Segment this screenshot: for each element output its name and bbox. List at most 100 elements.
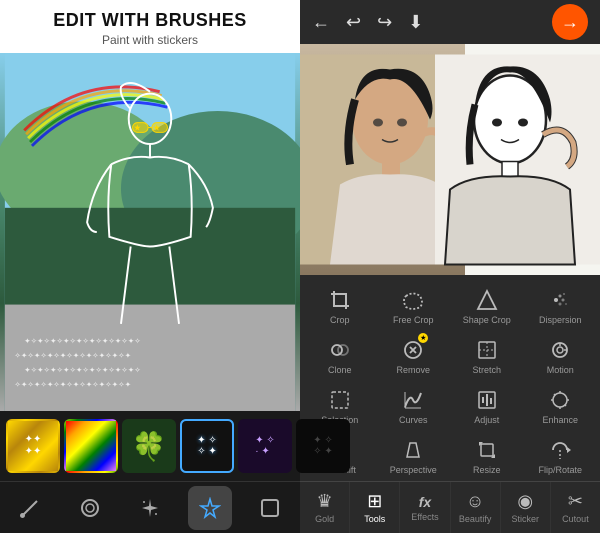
tool-clone[interactable]: Clone [304, 331, 376, 379]
left-panel: EDIT WITH BRUSHES Paint with stickers ✦✧… [0, 0, 300, 533]
tool-motion[interactable]: Motion [525, 331, 597, 379]
redo-button[interactable]: ↪ [377, 12, 392, 33]
motion-label: Motion [547, 365, 574, 375]
tool-enhance[interactable]: Enhance [525, 381, 597, 429]
left-image-area: ✦✧✦✧✦✧✦✧✦✧✦✧✦✧✦✧✦✧ ✧✦✧✦✧✦✧✦✧✦✧✦✧✦✧✦✧✦ ✦✧… [0, 53, 300, 411]
sticker-brush-tool[interactable] [188, 486, 232, 530]
tool-adjust[interactable]: Adjust [451, 381, 523, 429]
tools-label: Tools [364, 514, 385, 524]
sticker-icon: ◉ [517, 491, 533, 512]
effects-label: Effects [411, 512, 438, 522]
clear-tool[interactable] [248, 486, 292, 530]
sticker-brush-icon [199, 497, 221, 519]
svg-text:★: ★ [134, 122, 142, 132]
sticker-rainbow[interactable] [64, 419, 118, 473]
bottom-effects[interactable]: fx Effects [400, 482, 450, 533]
tool-flip-rotate[interactable]: Flip/Rotate [525, 431, 597, 479]
bottom-beautify[interactable]: ☺ Beautify [451, 482, 501, 533]
clear-icon [259, 497, 281, 519]
crop-icon [329, 287, 351, 313]
perspective-label: Perspective [390, 465, 437, 475]
remove-icon: ★ [402, 337, 424, 363]
enhance-icon [549, 387, 571, 413]
bottom-tools[interactable]: ⊞ Tools [350, 482, 400, 533]
dispersion-label: Dispersion [539, 315, 582, 325]
free-crop-icon [402, 287, 424, 313]
bottom-cutout[interactable]: ✂ Cutout [551, 482, 600, 533]
tool-stretch[interactable]: Stretch [451, 331, 523, 379]
right-photo-area [300, 44, 600, 275]
main-title: EDIT WITH BRUSHES [16, 10, 284, 31]
selection-icon [329, 387, 351, 413]
beautify-label: Beautify [459, 514, 492, 524]
shape-crop-label: Shape Crop [463, 315, 511, 325]
svg-text:✧✦✧✦✧✦✧✦✧✦✧✦✧✦✧✦✧✦: ✧✦✧✦✧✦✧✦✧✦✧✦✧✦✧✦✧✦ [15, 380, 132, 389]
gold-icon: ♛ [317, 491, 333, 512]
tool-resize[interactable]: Resize [451, 431, 523, 479]
back-button[interactable]: ← [312, 12, 330, 33]
person-sketch [435, 44, 600, 275]
free-crop-label: Free Crop [393, 315, 434, 325]
flip-rotate-label: Flip/Rotate [538, 465, 582, 475]
bottom-sticker[interactable]: ◉ Sticker [501, 482, 551, 533]
sticker-gold[interactable]: ✦✦✦✦ [6, 419, 60, 473]
stretch-icon [476, 337, 498, 363]
sticker-row: ✦✦✦✦ 🍀 ✦ ✧✧ ✦ ✦ ✧· ✦ ✦ ✧✧ ✦ [0, 411, 300, 481]
download-button[interactable]: ⬇ [408, 12, 423, 33]
stretch-label: Stretch [472, 365, 501, 375]
remove-badge: ★ [418, 333, 428, 343]
person-sketch-svg [435, 44, 600, 275]
svg-text:✧✦✧✦✧✦✧✦✧✦✧✦✧✦✧✦✧✦: ✧✦✧✦✧✦✧✦✧✦✧✦✧✦✧✦✧✦ [15, 351, 132, 360]
tool-shape-crop[interactable]: Shape Crop [451, 281, 523, 329]
flip-rotate-icon [549, 437, 571, 463]
bottom-gold[interactable]: ♛ Gold [300, 482, 350, 533]
bottom-brush-tools [0, 481, 300, 533]
perspective-icon [402, 437, 424, 463]
tool-free-crop[interactable]: Free Crop [378, 281, 450, 329]
main-subtitle: Paint with stickers [16, 33, 284, 47]
sticker-stars[interactable]: ✦ ✧✧ ✦ [180, 419, 234, 473]
tool-remove[interactable]: ★ Remove [378, 331, 450, 379]
adjust-label: Adjust [474, 415, 499, 425]
svg-text:★: ★ [153, 122, 161, 132]
clone-icon [329, 337, 351, 363]
eraser-icon [79, 497, 101, 519]
topbar-left-icons: ← ↩ ↪ ⬇ [312, 12, 423, 33]
cutout-icon: ✂ [568, 491, 583, 512]
sticker-dark[interactable]: ✦ ✧✧ ✦ [296, 419, 350, 473]
eraser-tool[interactable] [68, 486, 112, 530]
cutout-label: Cutout [562, 514, 589, 524]
sticker-clover[interactable]: 🍀 [122, 419, 176, 473]
right-topbar: ← ↩ ↪ ⬇ → [300, 0, 600, 44]
svg-text:✦✧✦✧✦✧✦✧✦✧✦✧✦✧✦✧✦✧: ✦✧✦✧✦✧✦✧✦✧✦✧✦✧✦✧✦✧ [24, 336, 141, 345]
sparkle-tool[interactable] [128, 486, 172, 530]
tool-crop[interactable]: Crop [304, 281, 376, 329]
background-scene: ✦✧✦✧✦✧✦✧✦✧✦✧✦✧✦✧✦✧ ✧✦✧✦✧✦✧✦✧✦✧✦✧✦✧✦✧✦ ✦✧… [0, 53, 300, 411]
next-button[interactable]: → [552, 4, 588, 40]
right-bottom-bar: ♛ Gold ⊞ Tools fx Effects ☺ Beautify ◉ S… [300, 481, 600, 533]
clone-label: Clone [328, 365, 352, 375]
brush-tool[interactable] [8, 486, 52, 530]
motion-icon [549, 337, 571, 363]
enhance-label: Enhance [542, 415, 578, 425]
svg-text:✦✧✦✧✦✧✦✧✦✧✦✧✦✧✦✧✦✧: ✦✧✦✧✦✧✦✧✦✧✦✧✦✧✦✧✦✧ [24, 365, 141, 374]
sticker-label: Sticker [512, 514, 540, 524]
sparkle-icon [139, 497, 161, 519]
beautify-icon: ☺ [466, 491, 484, 512]
brush-icon [19, 497, 41, 519]
sticker-sparkle[interactable]: ✦ ✧· ✦ [238, 419, 292, 473]
resize-icon [476, 437, 498, 463]
tool-dispersion[interactable]: Dispersion [525, 281, 597, 329]
next-icon: → [561, 12, 579, 33]
shape-crop-icon [476, 287, 498, 313]
remove-label: Remove [396, 365, 430, 375]
crop-label: Crop [330, 315, 350, 325]
gold-label: Gold [315, 514, 334, 524]
left-header: EDIT WITH BRUSHES Paint with stickers [0, 0, 300, 53]
dispersion-icon [549, 287, 571, 313]
effects-icon: fx [419, 494, 431, 510]
tool-curves[interactable]: Curves [378, 381, 450, 429]
undo-button[interactable]: ↩ [346, 12, 361, 33]
tool-perspective[interactable]: Perspective [378, 431, 450, 479]
adjust-icon [476, 387, 498, 413]
